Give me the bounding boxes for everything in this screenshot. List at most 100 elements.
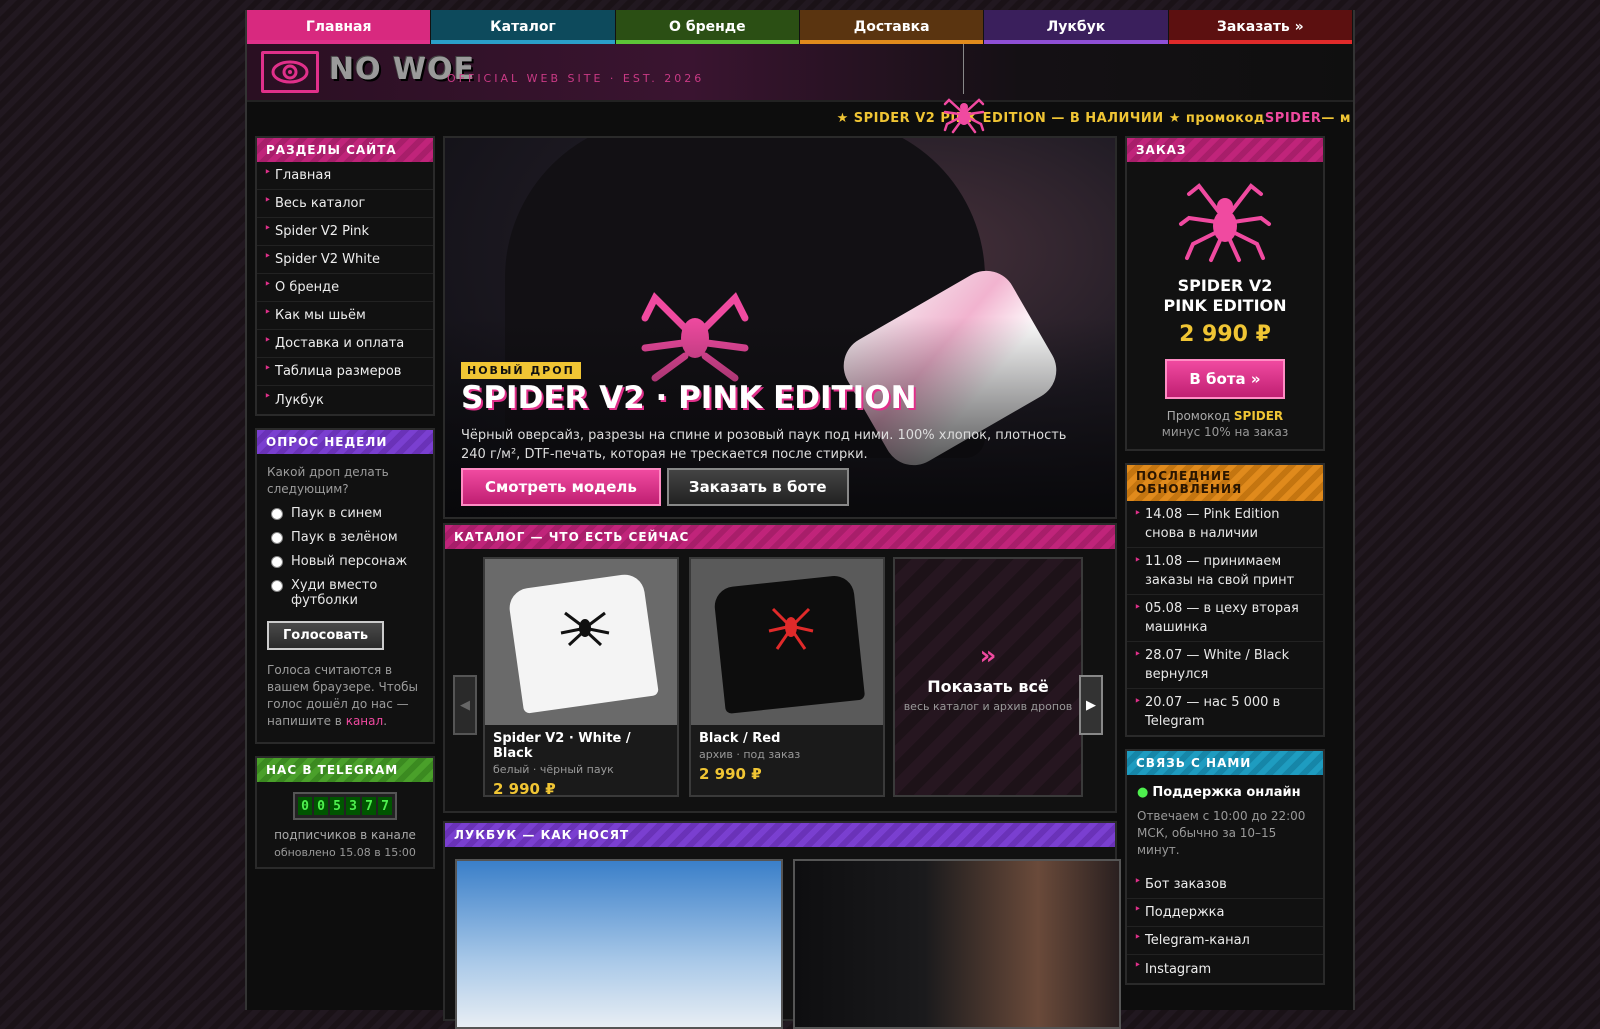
contact-link-order-bot[interactable]: Бот заказов: [1127, 871, 1323, 899]
lookbook-section: ЛУКБУК — КАК НОСЯТ: [443, 821, 1121, 1029]
subscriber-label: подписчиков в канале: [274, 828, 416, 842]
contact-link-telegram[interactable]: Telegram-канал: [1127, 927, 1323, 955]
promo-label: Промокод: [1166, 409, 1234, 423]
order-title: ЗАКАЗ: [1127, 138, 1323, 162]
poll-option-label: Новый персонаж: [291, 554, 408, 569]
eye-icon: [271, 60, 309, 84]
poll-option-label: Паук в зелёном: [291, 530, 398, 545]
hero-title: SPIDER V2 · PINK EDITION: [461, 380, 917, 416]
sidebar-item-how-we-sew[interactable]: Как мы шьём: [257, 302, 433, 330]
product-title-line1: SPIDER V2: [1177, 276, 1273, 295]
spider-icon: [943, 98, 985, 134]
new-drop-badge: НОВЫЙ ДРОП: [461, 362, 581, 379]
eye-logo[interactable]: [261, 51, 319, 93]
product-price: 2 990 ₽: [1179, 322, 1271, 347]
sidebar-item-lookbook[interactable]: Лукбук: [257, 386, 433, 414]
poll-note-text: Голоса считаются в вашем браузере. Чтобы…: [267, 663, 418, 728]
product-card[interactable]: Spider V2 · White / Black белый · чёрный…: [483, 557, 679, 798]
nav-order[interactable]: Заказать »: [1168, 10, 1353, 44]
show-all-card[interactable]: » Показать всё весь каталог и архив дроп…: [893, 557, 1083, 797]
update-item[interactable]: 14.08 — Pink Edition снова в наличии: [1127, 501, 1323, 548]
counter-digit: 5: [330, 797, 344, 815]
sidebar-item-catalog[interactable]: Весь каталог: [257, 190, 433, 218]
sidebar-item-spider-white[interactable]: Spider V2 White: [257, 246, 433, 274]
carousel-prev-button[interactable]: ◀: [453, 675, 477, 735]
radio-button[interactable]: [271, 556, 283, 568]
channel-link[interactable]: канал: [346, 714, 383, 728]
poll-option-label: Паук в синем: [291, 506, 383, 521]
hero-description: Чёрный оверсайз, разрезы на спине и розо…: [461, 428, 1067, 462]
telegram-title: НАС В TELEGRAM: [257, 758, 433, 782]
product-price: 2 990 ₽: [493, 780, 556, 798]
update-item[interactable]: 20.07 — нас 5 000 в Telegram: [1127, 689, 1323, 735]
main-content: НОВЫЙ ДРОП SPIDER V2 · PINK EDITION Чёрн…: [443, 136, 1121, 1029]
product-subtitle: белый · чёрный паук: [493, 763, 614, 776]
update-item[interactable]: 11.08 — принимаем заказы на свой принт: [1127, 548, 1323, 595]
nav-label: Заказать »: [1216, 19, 1304, 35]
product-image: [485, 559, 677, 725]
poll-title: ОПРОС НЕДЕЛИ: [257, 430, 433, 454]
promo-code: SPIDER: [1233, 409, 1284, 423]
contact-link-support[interactable]: Поддержка: [1127, 899, 1323, 927]
telegram-box: НАС В TELEGRAM 0 0 5 3 7 7 подписчиков в…: [255, 756, 435, 869]
spider-icon: [1179, 183, 1271, 262]
hero-banner: НОВЫЙ ДРОП SPIDER V2 · PINK EDITION Чёрн…: [443, 136, 1117, 519]
sidebar-item-sizes[interactable]: Таблица размеров: [257, 358, 433, 386]
nav-lookbook[interactable]: Лукбук: [984, 10, 1169, 44]
radio-button[interactable]: [271, 532, 283, 544]
nav-delivery[interactable]: Доставка: [799, 10, 985, 44]
update-item[interactable]: 05.08 — в цеху вторая машинка: [1127, 595, 1323, 642]
order-in-bot-button[interactable]: Заказать в боте: [666, 468, 849, 506]
spider-print-icon: [768, 607, 814, 650]
counter-digit: 7: [378, 797, 392, 815]
sidebar-item-home[interactable]: Главная: [257, 162, 433, 190]
poll-box: ОПРОС НЕДЕЛИ Какой дроп делать следующим…: [255, 428, 435, 744]
vote-button[interactable]: Голосовать: [267, 621, 385, 650]
ticker-text: ★ SPIDER V2 PINK EDITION — В НАЛИЧИИ ★ п…: [836, 110, 1265, 126]
update-item[interactable]: 28.07 — White / Black вернулся: [1127, 642, 1323, 689]
poll-note-end: .: [383, 714, 388, 728]
sections-box: РАЗДЕЛЫ САЙТА Главная Весь каталог Spide…: [255, 136, 435, 416]
lookbook-title: ЛУКБУК — КАК НОСЯТ: [445, 823, 1115, 847]
radio-button[interactable]: [271, 580, 283, 592]
poll-option[interactable]: Худи вместо футболки: [267, 578, 423, 608]
poll-option[interactable]: Новый персонаж: [267, 554, 423, 569]
poll-option[interactable]: Паук в синем: [267, 506, 423, 521]
updates-list: 14.08 — Pink Edition снова в наличии 11.…: [1127, 501, 1323, 735]
contact-link-instagram[interactable]: Instagram: [1127, 955, 1323, 983]
sections-menu: Главная Весь каталог Spider V2 Pink Spid…: [257, 162, 433, 414]
nav-catalog[interactable]: Каталог: [431, 10, 616, 44]
hero-actions: Смотреть модель Заказать в боте: [461, 468, 849, 506]
catalog-section: КАТАЛОГ — ЧТО ЕСТЬ СЕЙЧАС ◀ Spider V2 · …: [443, 523, 1117, 813]
radio-button[interactable]: [271, 508, 283, 520]
poll-note: Голоса считаются в вашем браузере. Чтобы…: [267, 662, 423, 730]
sidebar-item-delivery[interactable]: Доставка и оплата: [257, 330, 433, 358]
sidebar-item-about[interactable]: О бренде: [257, 274, 433, 302]
nav-label: Главная: [305, 19, 372, 35]
lookbook-photo[interactable]: [455, 859, 783, 1029]
double-chevron-icon: »: [979, 641, 997, 671]
lookbook-photo[interactable]: [793, 859, 1121, 1029]
nav-about[interactable]: О бренде: [615, 10, 800, 44]
spider-thread: [963, 44, 964, 94]
view-model-button[interactable]: Смотреть модель: [461, 468, 661, 506]
product-card[interactable]: Black / Red архив · под заказ 2 990 ₽: [689, 557, 885, 797]
product-title-line2: PINK EDITION: [1163, 296, 1287, 315]
product-image: [691, 559, 883, 725]
poll-question: Какой дроп делать следующим?: [267, 465, 389, 496]
catalog-title: КАТАЛОГ — ЧТО ЕСТЬ СЕЙЧАС: [445, 525, 1115, 549]
support-online-status: ● Поддержка онлайн: [1137, 785, 1313, 800]
carousel-next-button[interactable]: ▶: [1079, 675, 1103, 735]
nav-label: Каталог: [490, 19, 556, 35]
to-bot-button[interactable]: В бота »: [1165, 359, 1285, 399]
poll-option[interactable]: Паук в зелёном: [267, 530, 423, 545]
updated-timestamp: обновлено 15.08 в 15:00: [274, 846, 416, 859]
promo-discount: минус 10% на заказ: [1161, 425, 1289, 439]
nav-label: Доставка: [853, 19, 930, 35]
tagline: OFFICIAL WEB SITE · EST. 2026: [447, 72, 705, 85]
sidebar-item-spider-pink[interactable]: Spider V2 Pink: [257, 218, 433, 246]
updates-box: ПОСЛЕДНИЕ ОБНОВЛЕНИЯ 14.08 — Pink Editio…: [1125, 463, 1325, 737]
online-label: Поддержка онлайн: [1152, 785, 1301, 800]
product-name: Black / Red: [699, 731, 781, 746]
nav-home[interactable]: Главная: [247, 10, 432, 44]
